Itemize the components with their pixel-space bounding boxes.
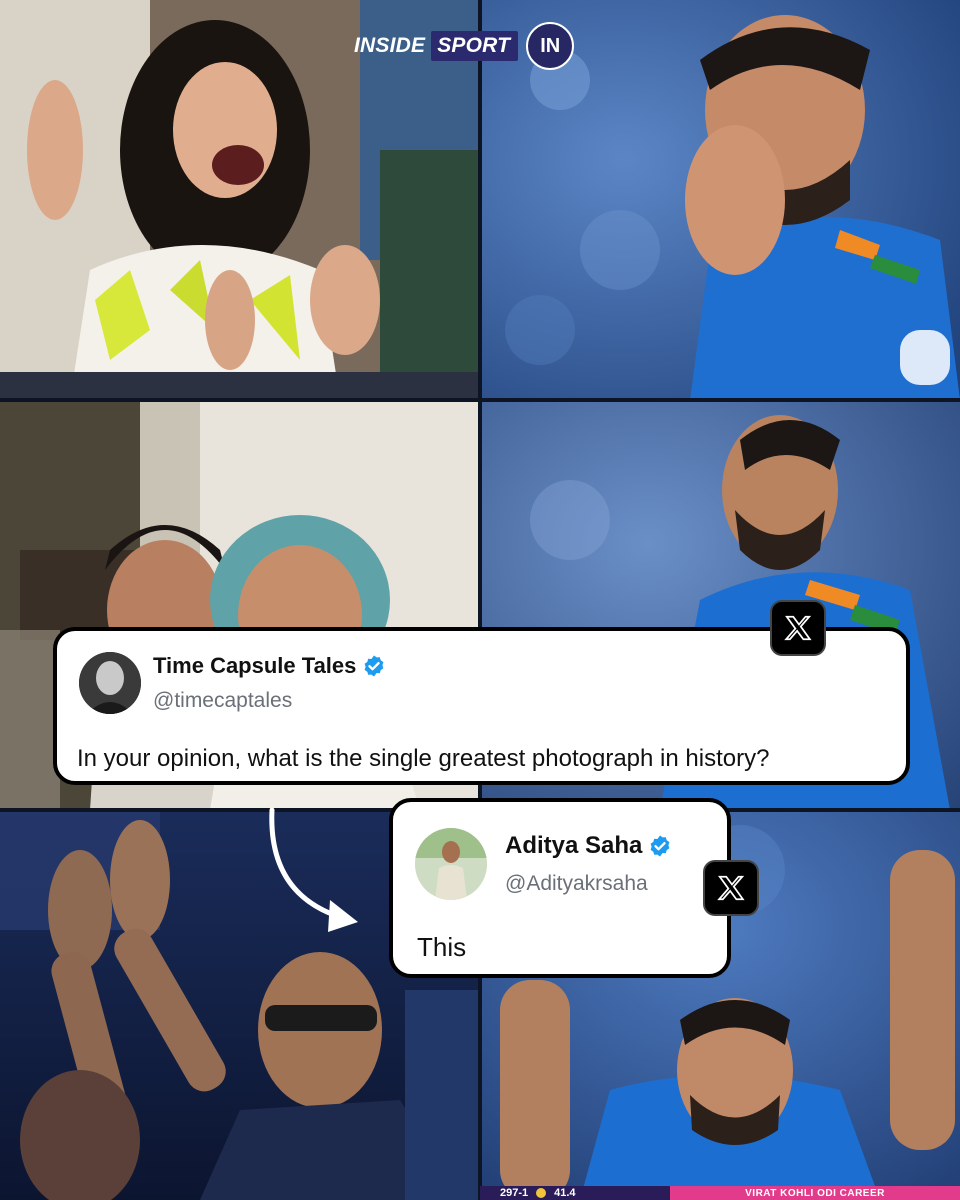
score-value: 297-1 [500, 1187, 529, 1199]
score-overs: 41.4 [554, 1187, 576, 1199]
tweet-author-handle[interactable]: @Adityakrsaha [505, 872, 648, 896]
avatar[interactable] [79, 652, 141, 714]
x-logo-icon [703, 860, 759, 916]
tweet-author-name[interactable]: Aditya Saha [505, 832, 642, 860]
verified-badge-icon [364, 655, 384, 677]
ball-icon [536, 1188, 547, 1198]
collage-divider [478, 0, 482, 1200]
brand-text-sport: SPORT [431, 31, 519, 61]
tweet-author-name[interactable]: Time Capsule Tales [153, 653, 356, 679]
brand-logo: IN [526, 22, 575, 70]
tweet-card-reply[interactable]: Aditya Saha @Adityakrsaha This [389, 798, 731, 978]
brand-header: INSIDE SPORT IN [354, 22, 575, 70]
x-logo-icon [770, 600, 826, 656]
tweet-body-text: This [417, 932, 467, 962]
tweet-author-row: Aditya Saha [505, 832, 672, 860]
brand-logo-letters: IN [540, 34, 561, 57]
tweet-body-text: In your opinion, what is the single grea… [77, 745, 770, 772]
brand-text-inside: INSIDE [354, 34, 426, 57]
verified-badge-icon [650, 835, 670, 857]
scoreboard-label: VIRAT KOHLI ODI CAREER [670, 1186, 960, 1200]
tweet-author-row: Time Capsule Tales [153, 653, 386, 679]
arrow-icon [269, 807, 358, 932]
tv-scoreboard-strip: 297-1 41.4 VIRAT KOHLI ODI CAREER [480, 1186, 960, 1200]
scoreboard-score: 297-1 41.4 [480, 1186, 670, 1200]
brand-wordmark: INSIDE SPORT [354, 31, 519, 61]
tweet-author-handle[interactable]: @timecaptales [153, 689, 292, 713]
avatar[interactable] [415, 828, 487, 900]
